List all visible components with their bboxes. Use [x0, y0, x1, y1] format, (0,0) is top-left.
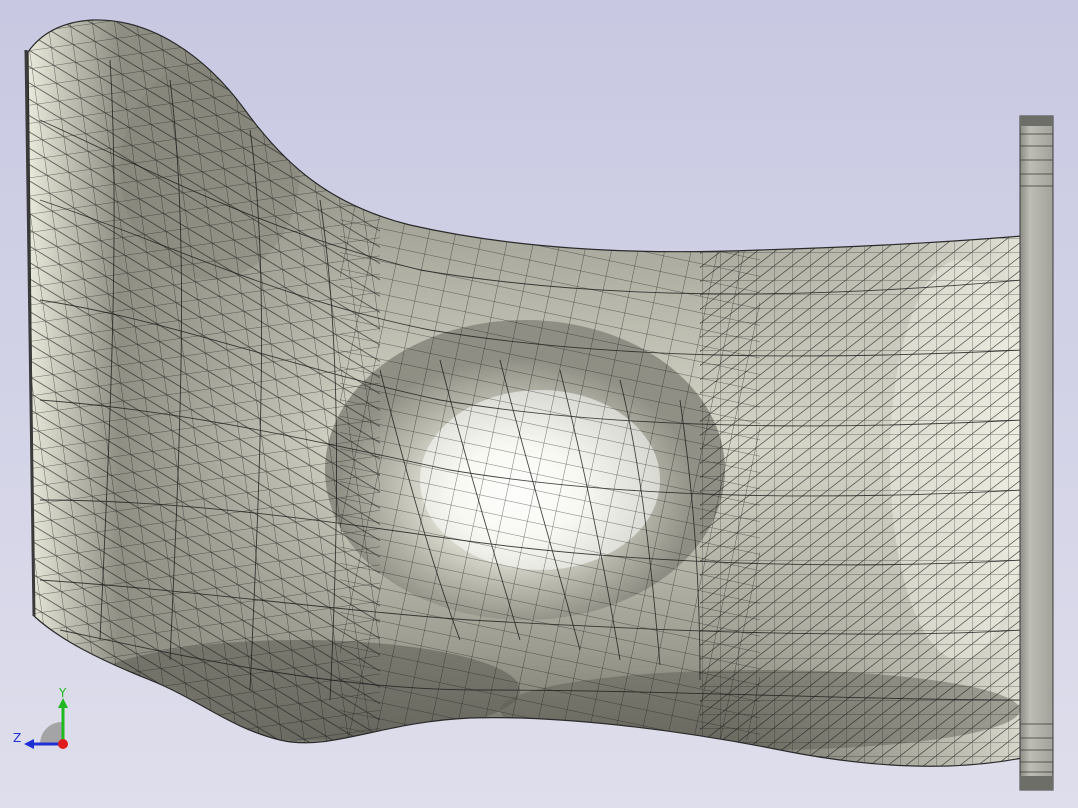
- z-axis-arrow-icon: [24, 739, 34, 749]
- outlet-flange: [1019, 115, 1054, 791]
- z-axis-label: Z: [13, 731, 21, 745]
- y-axis-label: Y: [58, 686, 67, 700]
- 3d-viewport[interactable]: Y Z: [0, 0, 1078, 808]
- viewport-canvas[interactable]: [0, 0, 1078, 808]
- x-axis-dot: [58, 739, 68, 749]
- axis-triad: Y Z: [10, 684, 74, 754]
- triad-quadrant: [40, 722, 62, 744]
